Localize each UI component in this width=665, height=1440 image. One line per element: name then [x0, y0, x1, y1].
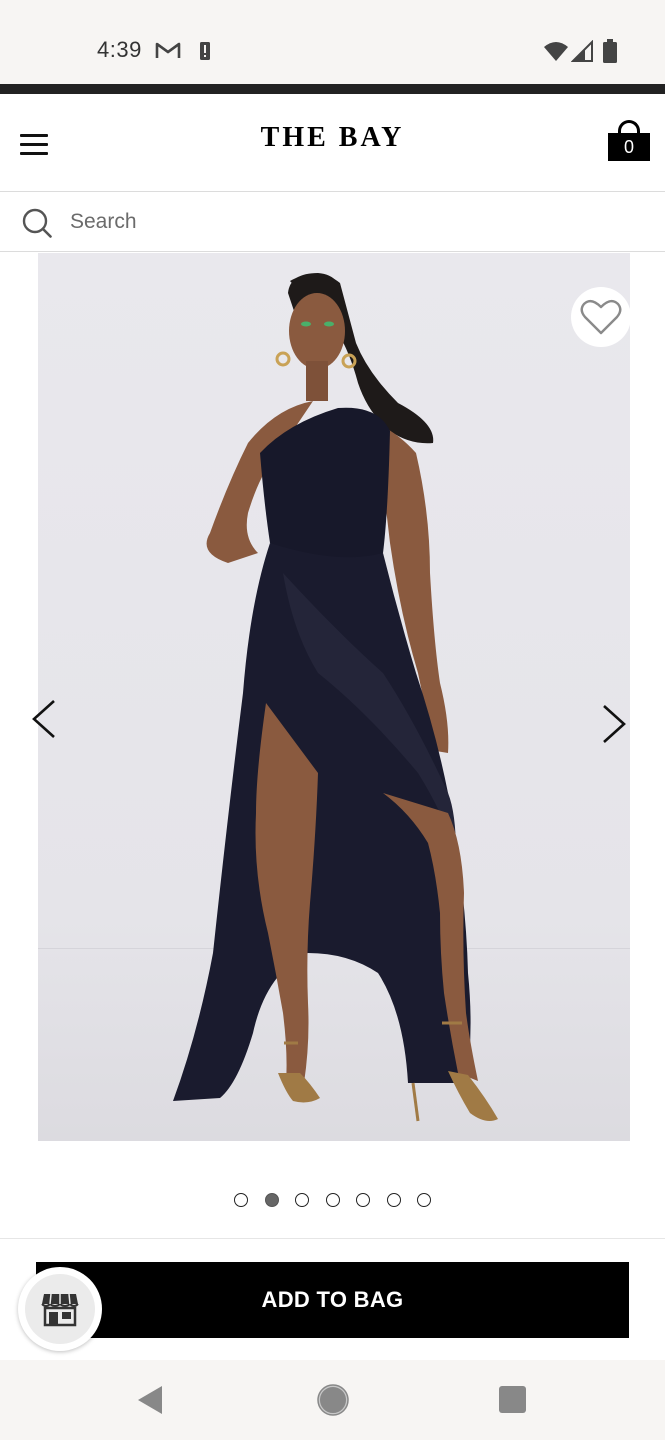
bag-count-badge: 0	[608, 133, 650, 161]
signal-icon	[571, 40, 593, 62]
brand-logo[interactable]: THE BAY	[0, 122, 665, 154]
gallery-pagination	[0, 1193, 665, 1209]
back-triangle-icon[interactable]	[136, 1384, 164, 1416]
battery-icon	[603, 39, 617, 63]
chevron-left-icon[interactable]	[28, 697, 60, 741]
model-illustration	[173, 273, 498, 1122]
store-locator-button[interactable]	[18, 1267, 102, 1351]
gallery-dot-2[interactable]	[264, 1193, 279, 1207]
search-bar	[0, 192, 665, 252]
system-nav-bar	[0, 1360, 665, 1440]
heart-outline-icon	[580, 299, 622, 335]
site-header: THE BAY 0	[0, 94, 665, 192]
gmail-icon	[155, 42, 181, 58]
status-bar: 4:39	[0, 0, 665, 84]
wishlist-button[interactable]	[571, 287, 631, 347]
status-time: 4:39	[97, 37, 142, 62]
home-circle-icon[interactable]	[317, 1384, 349, 1416]
product-gallery	[0, 253, 665, 1238]
gallery-dot-5[interactable]	[356, 1193, 370, 1207]
wifi-icon	[544, 42, 568, 61]
top-divider	[0, 84, 665, 94]
gallery-dot-7[interactable]	[417, 1193, 431, 1207]
chevron-right-icon[interactable]	[598, 702, 630, 746]
storefront-icon	[41, 1293, 79, 1327]
recents-square-icon[interactable]	[499, 1386, 526, 1413]
gallery-dot-1[interactable]	[234, 1193, 248, 1207]
gallery-dot-3[interactable]	[295, 1193, 309, 1207]
add-to-bag-button[interactable]: ADD TO BAG	[36, 1262, 629, 1338]
gallery-dot-6[interactable]	[386, 1193, 401, 1207]
search-input[interactable]	[70, 204, 630, 240]
alert-icon	[200, 42, 210, 60]
shopping-bag-button[interactable]: 0	[608, 120, 650, 162]
search-icon	[22, 208, 52, 238]
gallery-dot-4[interactable]	[325, 1193, 340, 1207]
product-image[interactable]	[38, 253, 630, 1141]
store-fab-inner	[25, 1274, 95, 1344]
